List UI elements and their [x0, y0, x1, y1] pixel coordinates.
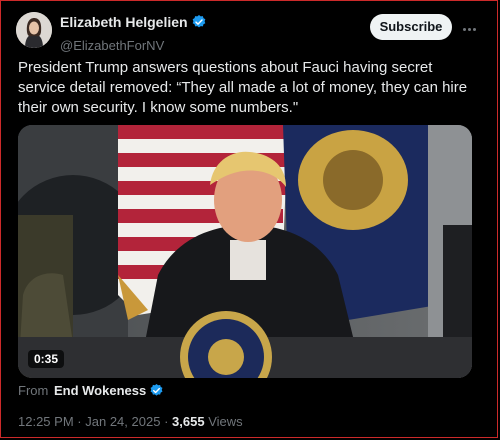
subscribe-button[interactable]: Subscribe [370, 14, 452, 40]
tweet-date[interactable]: Jan 24, 2025 [85, 414, 160, 429]
video-thumbnail [18, 125, 472, 378]
tweet-header: Elizabeth Helgelien @ElizabethForNV Subs… [16, 12, 486, 53]
views-label: Views [208, 414, 243, 429]
verified-badge-icon [149, 383, 164, 401]
views-count: 3,655 [172, 414, 205, 429]
tweet-time[interactable]: 12:25 PM [18, 414, 74, 429]
video-player[interactable]: 0:35 [18, 125, 472, 378]
tweet-meta: 12:25 PM · Jan 24, 2025 · 3,655 Views [18, 414, 243, 429]
from-source-link[interactable]: End Wokeness [54, 383, 146, 398]
video-duration: 0:35 [28, 350, 65, 368]
author-handle[interactable]: @ElizabethForNV [60, 38, 207, 53]
more-dots-icon[interactable] [462, 18, 482, 34]
from-label: From [18, 383, 49, 398]
avatar[interactable] [16, 12, 52, 48]
separator: · [164, 414, 169, 429]
from-attribution: From End Wokeness [18, 383, 164, 401]
author-name[interactable]: Elizabeth Helgelien [60, 14, 188, 30]
tweet-text: President Trump answers questions about … [18, 59, 468, 116]
verified-badge-icon [191, 14, 207, 35]
separator: · [77, 414, 82, 429]
